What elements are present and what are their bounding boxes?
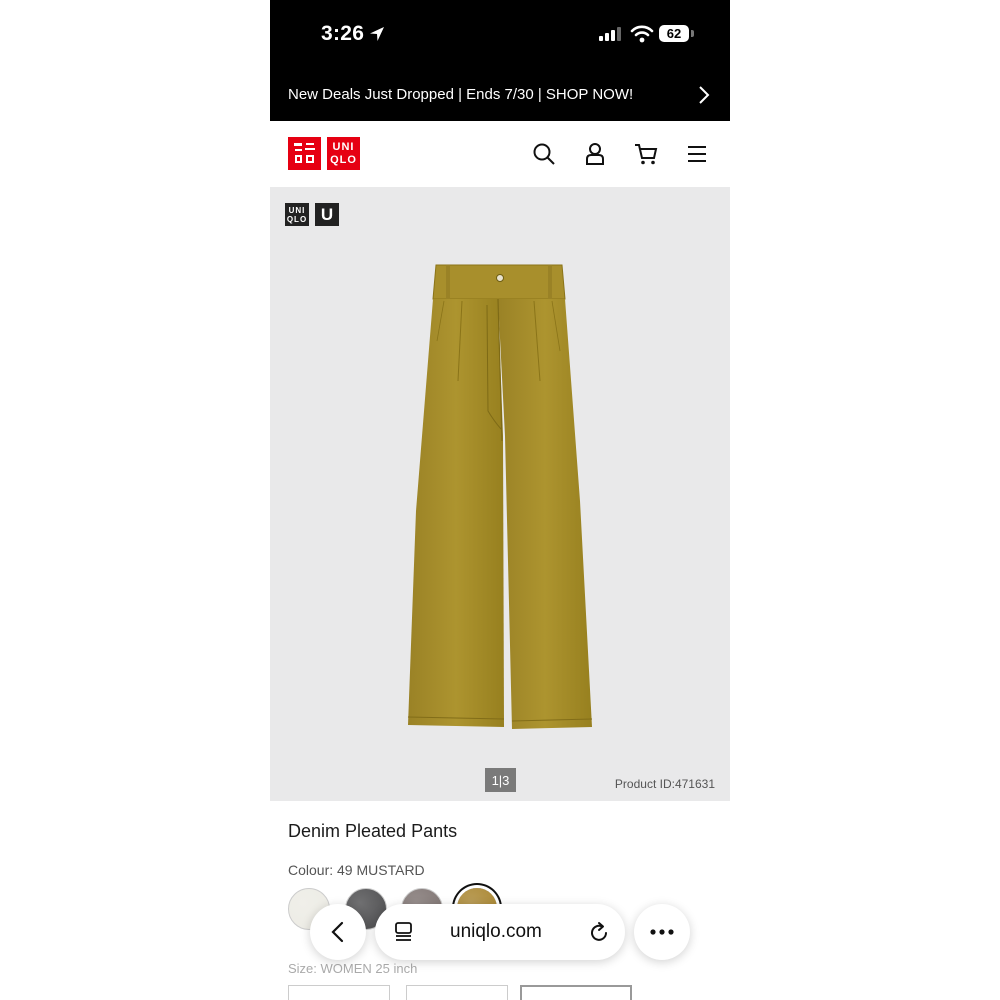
- logo-latin: UNI QLO: [327, 137, 360, 170]
- browser-back-button[interactable]: [310, 904, 366, 960]
- status-time: 3:26: [321, 22, 365, 45]
- size-option[interactable]: [406, 985, 508, 1000]
- size-label: Size: WOMEN 25 inch: [288, 961, 418, 976]
- status-and-promo-bar: 3:26 62 New Deals Just Dropped | Ends 7/…: [270, 0, 730, 121]
- url-text: uniqlo.com: [450, 921, 542, 942]
- more-options-button[interactable]: [634, 904, 690, 960]
- cart-icon[interactable]: [633, 141, 659, 167]
- site-header: UNI QLO: [270, 121, 730, 187]
- uniqlo-logo[interactable]: UNI QLO: [288, 137, 360, 170]
- size-option[interactable]: [288, 985, 390, 1000]
- uniqlo-badge: UNI QLO: [285, 203, 309, 226]
- battery-cap: [691, 30, 694, 37]
- menu-icon[interactable]: [684, 141, 710, 167]
- chevron-right-icon[interactable]: [696, 84, 712, 106]
- colour-label: Colour: 49 MUSTARD: [288, 862, 425, 878]
- promo-banner-text[interactable]: New Deals Just Dropped | Ends 7/30 | SHO…: [288, 86, 633, 103]
- product-image-pants: [407, 264, 593, 729]
- phone-screen: 3:26 62 New Deals Just Dropped | Ends 7/…: [270, 0, 730, 1000]
- account-icon[interactable]: [582, 141, 608, 167]
- size-option-selected[interactable]: [520, 985, 632, 1000]
- product-id: Product ID:471631: [614, 777, 715, 791]
- katakana-mark: [294, 143, 315, 163]
- cellular-signal-icon: [599, 27, 621, 41]
- reload-icon[interactable]: [587, 920, 611, 944]
- battery-indicator: 62: [659, 25, 689, 42]
- wifi-icon: [630, 25, 654, 43]
- image-pager: 1|3: [485, 768, 516, 792]
- logo-katakana: [288, 137, 321, 170]
- product-title: Denim Pleated Pants: [288, 821, 458, 841]
- chevron-left-icon: [331, 921, 344, 943]
- location-arrow-icon: [370, 27, 384, 41]
- product-image-gallery[interactable]: UNI QLO U 1|3 Product ID:471631: [270, 187, 730, 801]
- search-icon[interactable]: [531, 141, 557, 167]
- address-bar[interactable]: uniqlo.com: [375, 904, 625, 960]
- ellipsis-icon: [650, 929, 674, 935]
- uniqlo-u-badge: U: [315, 203, 339, 226]
- tab-overview-icon[interactable]: [393, 921, 415, 943]
